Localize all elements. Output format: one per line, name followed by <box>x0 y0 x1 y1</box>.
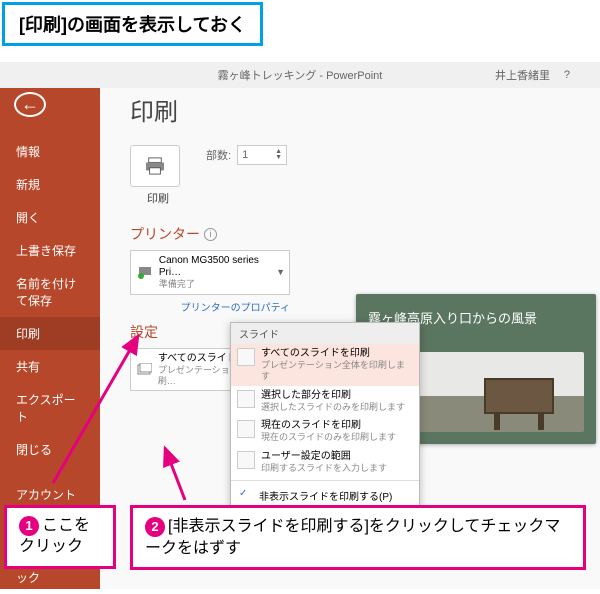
help-icon[interactable]: ? <box>564 69 570 81</box>
dropdown-divider <box>231 480 419 481</box>
slides-custom-icon <box>237 451 255 469</box>
info-icon[interactable]: i <box>204 228 217 241</box>
page-title: 印刷 <box>130 92 580 127</box>
opt-label: 現在のスライドを印刷 <box>261 420 396 432</box>
slides-cur-icon <box>237 420 255 438</box>
checkmark-icon: ✓ <box>239 488 253 499</box>
back-button[interactable]: ← <box>14 92 46 117</box>
nav-close[interactable]: 閉じる <box>0 433 100 466</box>
printer-status: 準備完了 <box>159 279 283 290</box>
title-bar: 霧ヶ峰トレッキング - PowerPoint 井上香緒里 ? <box>0 62 600 88</box>
nav-info[interactable]: 情報 <box>0 135 100 168</box>
callout-number: 1 <box>19 516 39 536</box>
opt-label: すべてのスライドを印刷 <box>261 348 413 360</box>
printer-header: プリンター i <box>130 224 580 244</box>
slides-all-icon <box>237 348 255 366</box>
callout-number: 2 <box>145 517 165 537</box>
dropdown-header: スライド <box>231 323 419 344</box>
opt-label: 選択した部分を印刷 <box>261 390 405 402</box>
dropdown-opt-all-slides[interactable]: すべてのスライドを印刷プレゼンテーション全体を印刷します <box>231 344 419 386</box>
spinner-arrows-icon[interactable]: ▲▼ <box>275 149 282 160</box>
opt-sub: 印刷するスライドを入力します <box>261 463 387 474</box>
signboard <box>484 378 554 414</box>
nav-save[interactable]: 上書き保存 <box>0 234 100 267</box>
print-button-label: 印刷 <box>130 190 186 206</box>
user-name: 井上香緒里 <box>495 67 550 83</box>
nav-share[interactable]: 共有 <box>0 350 100 383</box>
dropdown-opt-selection[interactable]: 選択した部分を印刷選択したスライドのみを印刷します <box>231 386 419 417</box>
printer-icon <box>144 157 166 175</box>
opt-sub: 現在のスライドのみを印刷します <box>261 432 396 443</box>
chevron-down-icon: ▼ <box>276 267 285 277</box>
nav-new[interactable]: 新規 <box>0 168 100 201</box>
nav-export[interactable]: エクスポート <box>0 383 100 433</box>
printer-name: Canon MG3500 series Pri… <box>159 255 283 279</box>
slides-icon <box>137 363 152 377</box>
copies-label: 部数: <box>206 147 231 163</box>
callout-2: 2[非表示スライドを印刷する]をクリックしてチェックマークをはずす <box>130 505 586 570</box>
dropdown-opt-current[interactable]: 現在のスライドを印刷現在のスライドのみを印刷します <box>231 416 419 447</box>
opt-label: 非表示スライドを印刷する(P) <box>259 488 392 503</box>
copies-control: 部数: 1 ▲▼ <box>206 145 287 165</box>
nav-print[interactable]: 印刷 <box>0 317 100 350</box>
nav-open[interactable]: 開く <box>0 201 100 234</box>
opt-label: ユーザー設定の範囲 <box>261 451 387 463</box>
instruction-banner: [印刷]の画面を表示しておく <box>2 2 263 46</box>
dropdown-opt-custom[interactable]: ユーザー設定の範囲印刷するスライドを入力します <box>231 447 419 478</box>
printer-properties-link[interactable]: プリンターのプロパティ <box>130 299 290 314</box>
document-title: 霧ヶ峰トレッキング - PowerPoint <box>218 67 383 83</box>
slides-sel-icon <box>237 390 255 408</box>
printer-selector[interactable]: Canon MG3500 series Pri… 準備完了 ▼ <box>130 250 290 295</box>
print-range-dropdown: スライド すべてのスライドを印刷プレゼンテーション全体を印刷します 選択した部分… <box>230 322 420 509</box>
copies-spinner[interactable]: 1 ▲▼ <box>237 145 287 165</box>
callout-1: 1ここをクリック <box>4 505 116 569</box>
opt-sub: プレゼンテーション全体を印刷します <box>261 360 413 382</box>
opt-sub: 選択したスライドのみを印刷します <box>261 402 405 413</box>
callout-text: [非表示スライドを印刷する]をクリックしてチェックマークをはずす <box>145 518 560 557</box>
printer-header-label: プリンター <box>130 224 200 244</box>
print-button[interactable]: 印刷 <box>130 145 186 206</box>
copies-value: 1 <box>242 149 248 161</box>
printer-status-icon <box>137 265 153 279</box>
arrow-left-icon: ← <box>21 94 39 115</box>
nav-saveas[interactable]: 名前を付けて保存 <box>0 267 100 317</box>
